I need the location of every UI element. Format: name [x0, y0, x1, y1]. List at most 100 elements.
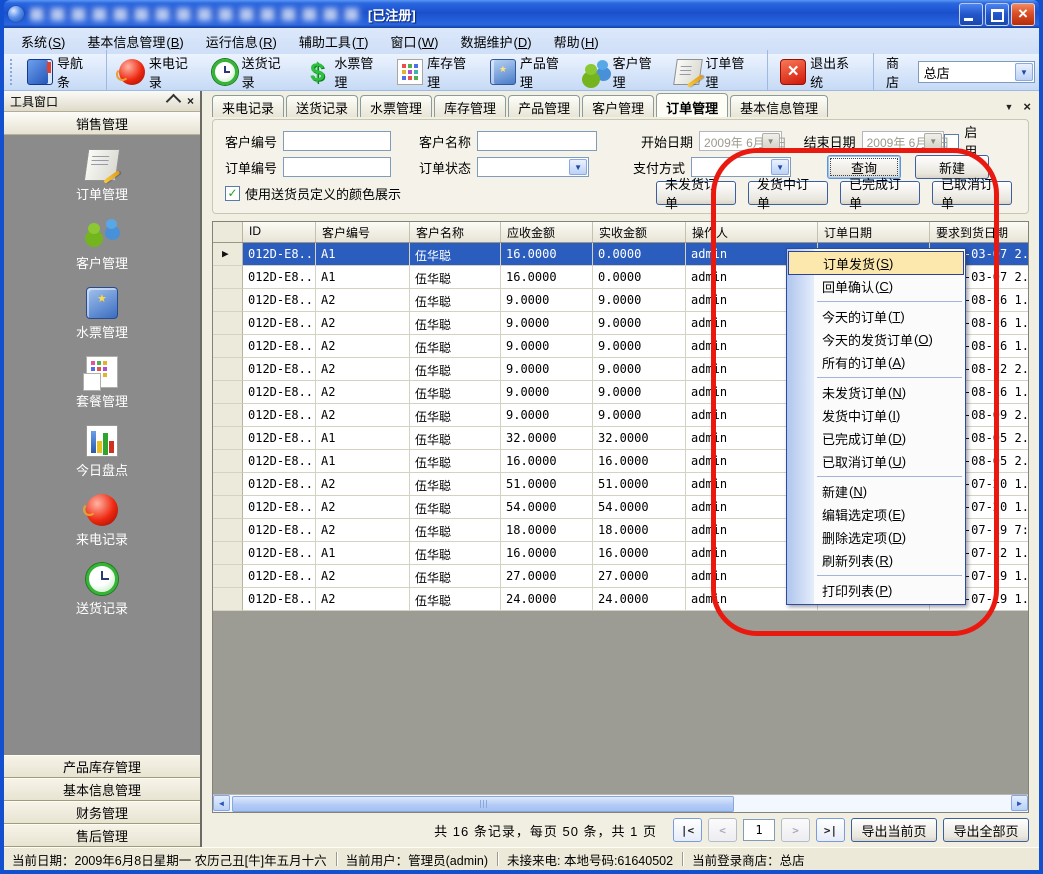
- close-icon[interactable]: ×: [187, 95, 194, 107]
- page-number-input[interactable]: [743, 819, 775, 841]
- toolbar-button[interactable]: 水票管理: [298, 50, 391, 94]
- end-date-picker[interactable]: 2009年 6月 8日 ▼: [862, 131, 945, 151]
- order-status-filter-button[interactable]: 发货中订单: [748, 181, 828, 205]
- sidebar-group-sales[interactable]: 销售管理: [4, 112, 200, 135]
- sidebar-item[interactable]: 送货记录: [76, 563, 128, 617]
- color-display-checkbox[interactable]: [225, 186, 240, 201]
- maximize-button[interactable]: [985, 3, 1009, 26]
- row-selector-cell[interactable]: [213, 519, 243, 542]
- column-header[interactable]: 客户名称: [410, 222, 501, 242]
- row-selector-cell[interactable]: [213, 312, 243, 335]
- toolbar-button[interactable]: 送货记录: [206, 50, 299, 94]
- close-button[interactable]: [1011, 3, 1035, 26]
- tab[interactable]: 产品管理: [508, 95, 580, 117]
- toolbar-button[interactable]: 来电记录: [106, 50, 206, 94]
- context-menu-item[interactable]: 刷新列表R: [787, 549, 965, 572]
- toolbar-button[interactable]: 产品管理: [484, 50, 577, 94]
- toolbar-button[interactable]: 库存管理: [391, 50, 484, 94]
- last-page-button[interactable]: >|: [816, 818, 845, 842]
- chevron-down-icon[interactable]: ▼: [569, 159, 587, 175]
- context-menu-item[interactable]: 新建N: [787, 480, 965, 503]
- export-all-pages-button[interactable]: 导出全部页: [943, 818, 1029, 842]
- row-selector-cell[interactable]: [213, 450, 243, 473]
- context-menu-item[interactable]: 已完成订单D: [787, 427, 965, 450]
- tab-list-dropdown-icon[interactable]: ▼: [1004, 102, 1013, 112]
- order-no-input[interactable]: [283, 157, 391, 177]
- row-selector-cell[interactable]: [213, 496, 243, 519]
- tab[interactable]: 基本信息管理: [730, 95, 828, 117]
- row-selector-cell[interactable]: [213, 243, 243, 266]
- context-menu-item[interactable]: 今天的订单T: [787, 305, 965, 328]
- scrollbar-thumb[interactable]: [232, 796, 734, 812]
- order-status-filter-button[interactable]: 已取消订单: [932, 181, 1012, 205]
- column-header[interactable]: 操作人: [686, 222, 818, 242]
- row-selector-cell[interactable]: [213, 542, 243, 565]
- first-page-button[interactable]: |<: [673, 818, 702, 842]
- toolbar-button[interactable]: 导航条: [21, 50, 101, 94]
- toolbar-button[interactable]: 退出系统: [767, 50, 867, 94]
- row-selector-cell[interactable]: [213, 404, 243, 427]
- toolbar-button[interactable]: 订单管理: [669, 50, 762, 94]
- column-header[interactable]: 要求到货日期: [930, 222, 1028, 242]
- tab[interactable]: 客户管理: [582, 95, 654, 117]
- toolbar-grip[interactable]: [10, 59, 16, 85]
- scroll-left-icon[interactable]: ◄: [213, 795, 230, 811]
- row-selector-cell[interactable]: [213, 565, 243, 588]
- sidebar-group-button[interactable]: 基本信息管理: [4, 778, 200, 801]
- next-page-button[interactable]: >: [781, 818, 810, 842]
- order-status-select[interactable]: ▼: [477, 157, 589, 177]
- context-menu-item[interactable]: 已取消订单U: [787, 450, 965, 473]
- start-date-picker[interactable]: 2009年 6月 8日 ▼: [699, 131, 782, 151]
- column-header[interactable]: 应收金额: [501, 222, 593, 242]
- tab-close-icon[interactable]: ×: [1023, 100, 1031, 113]
- context-menu-item[interactable]: 今天的发货订单O: [787, 328, 965, 351]
- sidebar-item[interactable]: 今日盘点: [76, 425, 128, 479]
- row-selector-cell[interactable]: [213, 335, 243, 358]
- row-selector-cell[interactable]: [213, 358, 243, 381]
- context-menu-item[interactable]: 所有的订单A: [787, 351, 965, 374]
- order-status-filter-button[interactable]: 已完成订单: [840, 181, 920, 205]
- chevron-down-icon[interactable]: ▼: [924, 133, 942, 149]
- sidebar-group-button[interactable]: 产品库存管理: [4, 755, 200, 778]
- chevron-down-icon[interactable]: ▼: [1015, 63, 1033, 81]
- context-menu-item[interactable]: 订单发货S: [788, 251, 964, 275]
- sidebar-group-button[interactable]: 售后管理: [4, 824, 200, 847]
- column-header[interactable]: ID: [243, 222, 316, 242]
- tab[interactable]: 水票管理: [360, 95, 432, 117]
- prev-page-button[interactable]: <: [708, 818, 737, 842]
- column-header[interactable]: 实收金额: [593, 222, 686, 242]
- context-menu-item[interactable]: 发货中订单I: [787, 404, 965, 427]
- sidebar-item[interactable]: 来电记录: [76, 494, 128, 548]
- sidebar-group-button[interactable]: 财务管理: [4, 801, 200, 824]
- sidebar-item[interactable]: 客户管理: [76, 218, 128, 272]
- context-menu-item[interactable]: 编辑选定项E: [787, 503, 965, 526]
- pin-icon[interactable]: [166, 93, 182, 109]
- minimize-button[interactable]: [959, 3, 983, 26]
- chevron-down-icon[interactable]: ▼: [771, 159, 789, 175]
- tab[interactable]: 订单管理: [656, 93, 728, 117]
- sidebar-item[interactable]: 订单管理: [76, 149, 128, 203]
- context-menu-item[interactable]: 未发货订单N: [787, 381, 965, 404]
- order-status-filter-button[interactable]: 未发货订单: [656, 181, 736, 205]
- row-selector-cell[interactable]: [213, 289, 243, 312]
- shop-select[interactable]: 总店 ▼: [918, 61, 1035, 83]
- column-header[interactable]: 客户编号: [316, 222, 410, 242]
- tab[interactable]: 送货记录: [286, 95, 358, 117]
- context-menu-item[interactable]: 回单确认C: [787, 275, 965, 298]
- context-menu-item[interactable]: 打印列表P: [787, 579, 965, 602]
- export-current-page-button[interactable]: 导出当前页: [851, 818, 937, 842]
- pay-method-select[interactable]: ▼: [691, 157, 791, 177]
- tab[interactable]: 库存管理: [434, 95, 506, 117]
- customer-no-input[interactable]: [283, 131, 391, 151]
- sidebar-item[interactable]: 套餐管理: [76, 356, 128, 410]
- row-selector-cell[interactable]: [213, 427, 243, 450]
- row-selector-cell[interactable]: [213, 588, 243, 611]
- sidebar-item[interactable]: 水票管理: [76, 287, 128, 341]
- tab[interactable]: 来电记录: [212, 95, 284, 117]
- scroll-right-icon[interactable]: ►: [1011, 795, 1028, 811]
- chevron-down-icon[interactable]: ▼: [762, 133, 780, 149]
- horizontal-scrollbar[interactable]: ◄ ►: [213, 794, 1028, 812]
- context-menu-item[interactable]: 删除选定项D: [787, 526, 965, 549]
- row-selector-cell[interactable]: [213, 381, 243, 404]
- customer-name-input[interactable]: [477, 131, 597, 151]
